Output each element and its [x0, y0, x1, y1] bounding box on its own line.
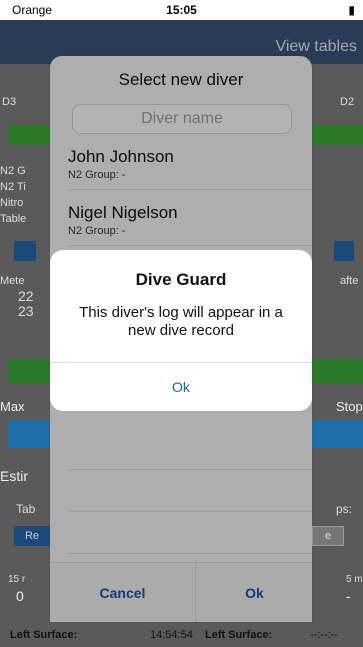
right-blue-button[interactable]	[334, 241, 354, 261]
refresh-button[interactable]: Re	[14, 526, 50, 546]
left-label-3: Nitro	[0, 197, 24, 209]
stop-label: Stop	[336, 399, 363, 414]
after-label: afte	[340, 275, 359, 287]
left-label-1: N2 G	[0, 165, 26, 177]
estimate-label: Estir	[0, 468, 28, 484]
battery-icon: ▮	[348, 3, 355, 17]
meter-label: Mete	[0, 275, 25, 287]
right-dash: -	[346, 588, 351, 604]
meter-value-2: 23	[18, 303, 34, 319]
left-zero: 0	[16, 588, 24, 604]
right-pill[interactable]: e	[312, 526, 344, 546]
right-diver-tag: D2	[340, 96, 355, 108]
bottom-surface-bar: Left Surface: 14:54:54 Left Surface: --:…	[0, 622, 363, 647]
left-label-2: N2 Ti	[0, 181, 26, 193]
right-green-bar	[312, 125, 363, 145]
alert-message: This diver's log will appear in a new di…	[79, 304, 283, 339]
alert-ok-button[interactable]: Ok	[50, 363, 312, 411]
max-label: Max	[0, 399, 25, 414]
alert-title: Dive Guard	[135, 270, 227, 289]
right-max-button[interactable]	[312, 420, 363, 448]
left-label-4: Table	[0, 213, 27, 225]
left-diver-tag: D3	[2, 96, 17, 108]
dive-guard-alert: Dive Guard This diver's log will appear …	[50, 250, 312, 411]
right-surface-label: Left Surface:	[205, 629, 273, 641]
steps-label: ps:	[336, 502, 353, 516]
right-surface-value: --:--:--	[310, 629, 339, 641]
view-tables-button[interactable]: View tables	[275, 38, 357, 56]
left-surface-value: 14:54:54	[150, 629, 193, 641]
left-surface-label: Left Surface:	[10, 629, 78, 641]
status-bar: Orange 15:05 ▮	[0, 0, 363, 20]
meter-value-1: 22	[18, 288, 34, 304]
left-max-button[interactable]	[8, 420, 50, 448]
left-green-bar-2	[8, 359, 50, 383]
left-meters: 15 r	[8, 574, 26, 585]
left-green-bar	[8, 125, 50, 145]
right-green-bar-2	[312, 359, 363, 383]
status-time: 15:05	[166, 3, 197, 17]
right-meters: 5 m	[346, 574, 363, 585]
table-label: Tab	[16, 502, 36, 516]
left-blue-button[interactable]	[14, 241, 36, 261]
